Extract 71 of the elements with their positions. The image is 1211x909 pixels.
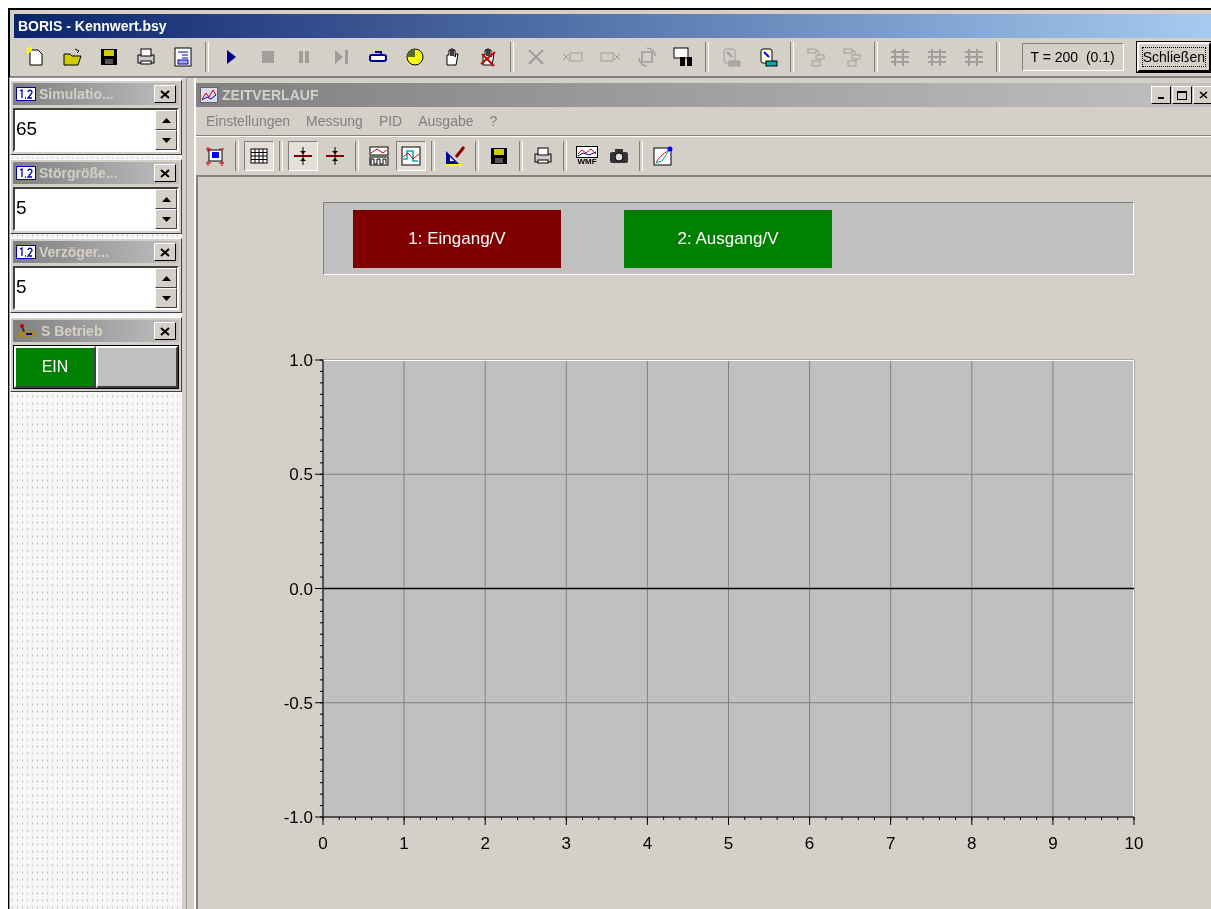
menu-item[interactable]: Messung: [306, 113, 363, 129]
time-display: T = 200 (0.1): [1021, 43, 1124, 71]
on-switch-button[interactable]: EIN: [14, 346, 96, 388]
spin-value: 5: [15, 196, 28, 220]
close-icon: [160, 326, 170, 336]
legend-button[interactable]: 2: Ausgang/V: [624, 209, 832, 268]
close-button[interactable]: [1193, 86, 1211, 104]
spin-down-button[interactable]: [155, 209, 177, 229]
mini-window-title: Störgröße...: [39, 165, 119, 181]
switch-icon: [16, 324, 38, 338]
close-button[interactable]: [154, 322, 176, 340]
spin-up-button[interactable]: [155, 189, 177, 209]
spin-down-button[interactable]: [155, 130, 177, 150]
number-icon: [16, 245, 36, 259]
window-title: BORIS - Kennwert.bsy: [18, 18, 167, 34]
spin-down-button[interactable]: [155, 288, 177, 308]
menu-item[interactable]: ?: [489, 113, 498, 129]
x-tick-label: 6: [804, 834, 815, 853]
spin-field[interactable]: 5: [13, 266, 179, 310]
spin-value: 65: [15, 117, 39, 141]
maximize-button[interactable]: [1172, 86, 1192, 104]
mini-window-title: S Betrieb: [41, 323, 104, 339]
y-tick-label: 0.0: [289, 579, 313, 599]
x-tick-label: 5: [723, 834, 734, 853]
menu-item[interactable]: Ausgabe: [418, 113, 474, 129]
close-button[interactable]: [154, 164, 176, 182]
grid-icon[interactable]: [244, 141, 274, 171]
close-button[interactable]: Schließen: [1136, 42, 1211, 72]
y-tick-label: 0.5: [289, 465, 313, 485]
close-icon: [160, 247, 170, 257]
x-tick-label: 2: [480, 834, 490, 853]
up-arrow-icon: [161, 275, 171, 281]
child-window-title: ZEITVERLAUF: [222, 87, 320, 103]
x-tick-label: 8: [967, 834, 977, 853]
x-tick-label: 1: [399, 834, 409, 853]
x-tick-label: 0: [318, 834, 328, 853]
y-tick-label: -0.5: [283, 693, 313, 713]
spin-value: 5: [15, 275, 28, 299]
spin-up-button[interactable]: [155, 268, 177, 288]
minimize-button[interactable]: [1151, 86, 1171, 104]
mini-window-title: Simulatio...: [39, 86, 115, 102]
spin-field[interactable]: 5: [13, 187, 179, 231]
chart-window-icon: [200, 87, 218, 103]
spin-field[interactable]: 65: [13, 108, 179, 152]
x-tick-label: 4: [642, 834, 653, 853]
number-icon: [16, 87, 36, 101]
legend-button[interactable]: 1: Eingang/V: [353, 209, 561, 268]
up-arrow-icon: [161, 117, 171, 123]
down-arrow-icon: [161, 216, 171, 222]
x-tick-label: 10: [1124, 834, 1144, 853]
spin-up-button[interactable]: [155, 110, 177, 130]
close-icon: [160, 168, 170, 178]
close-icon: [1198, 91, 1208, 99]
x-tick-label: 7: [885, 834, 896, 853]
wave-icon[interactable]: [396, 141, 426, 171]
cursor-icon[interactable]: [288, 141, 318, 171]
menu-item[interactable]: PID: [378, 113, 403, 129]
down-arrow-icon: [161, 137, 171, 143]
x-tick-label: 9: [1048, 834, 1058, 853]
x-tick-label: 3: [561, 834, 572, 853]
number-icon: [16, 166, 36, 180]
close-button[interactable]: [154, 243, 176, 261]
mini-window-title: Verzöger...: [39, 244, 111, 260]
up-arrow-icon: [161, 196, 171, 202]
close-icon: [160, 89, 170, 99]
off-switch-button[interactable]: [96, 346, 178, 388]
maximize-icon: [1177, 90, 1187, 100]
y-tick-label: 1.0: [289, 351, 313, 370]
down-arrow-icon: [161, 295, 171, 301]
y-tick-label: -1.0: [283, 808, 313, 827]
close-button[interactable]: [154, 85, 176, 103]
